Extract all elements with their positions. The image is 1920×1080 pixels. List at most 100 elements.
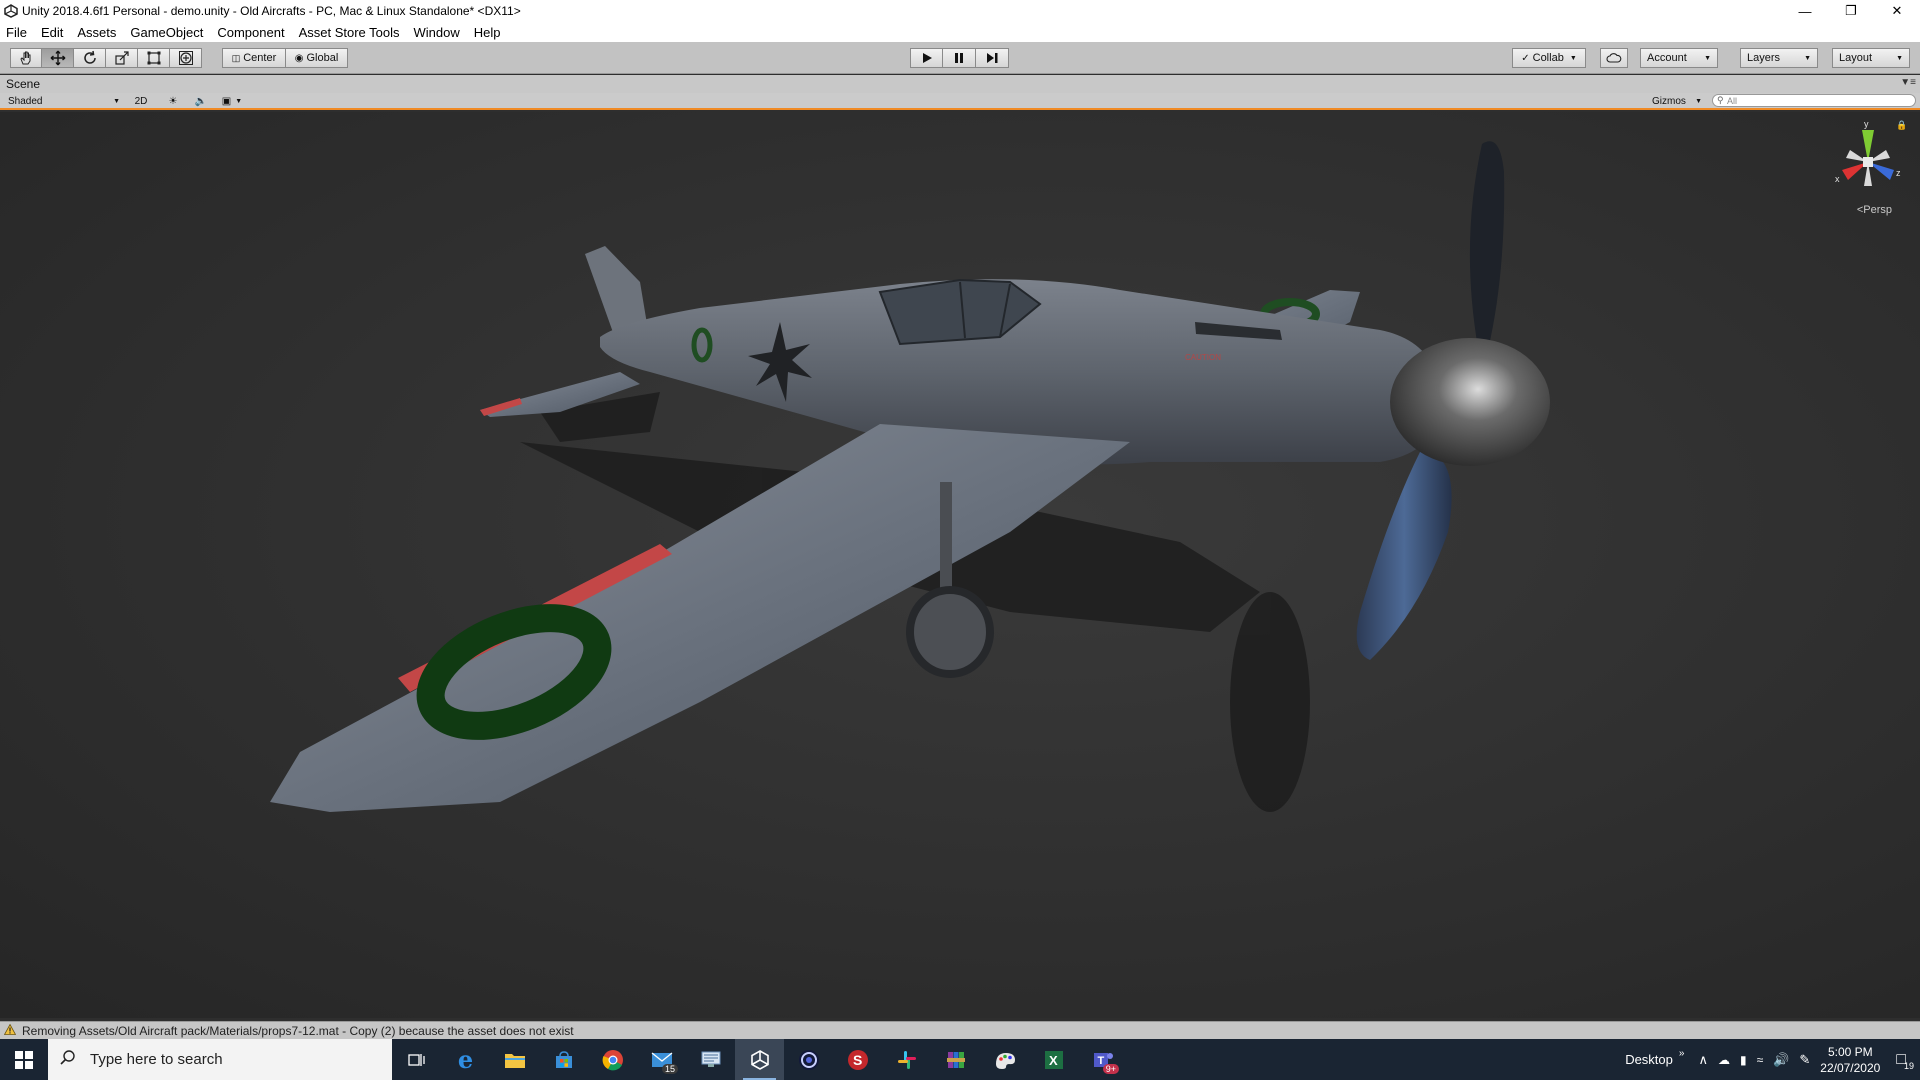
search-placeholder: Type here to search bbox=[90, 1051, 223, 1068]
store-icon[interactable] bbox=[539, 1039, 588, 1080]
teams-icon[interactable]: T 9+ bbox=[1078, 1039, 1127, 1080]
tab-scene[interactable]: Scene bbox=[6, 77, 40, 91]
task-view-icon[interactable] bbox=[392, 1039, 441, 1080]
file-explorer-icon[interactable] bbox=[490, 1039, 539, 1080]
gizmo-center[interactable] bbox=[1863, 157, 1873, 167]
collab-check-icon: ✓ bbox=[1521, 52, 1530, 64]
gizmos-label: Gizmos bbox=[1652, 95, 1686, 107]
status-message[interactable]: Removing Assets/Old Aircraft pack/Materi… bbox=[22, 1024, 574, 1038]
landing-gear-strut bbox=[940, 482, 952, 602]
menu-edit[interactable]: Edit bbox=[41, 25, 63, 40]
globe-icon: ◉ bbox=[294, 52, 304, 64]
cinema4d-icon[interactable] bbox=[784, 1039, 833, 1080]
account-dropdown[interactable]: Account ▼ bbox=[1640, 48, 1718, 68]
clock[interactable]: 5:00 PM 22/07/2020 bbox=[1820, 1044, 1880, 1076]
landing-gear-wheel bbox=[906, 586, 994, 678]
menu-asset-store-tools[interactable]: Asset Store Tools bbox=[299, 25, 400, 40]
toolbar-expand-icon[interactable]: » bbox=[1679, 1048, 1685, 1059]
clock-time: 5:00 PM bbox=[1827, 1044, 1873, 1059]
menu-assets[interactable]: Assets bbox=[77, 25, 116, 40]
menu-window[interactable]: Window bbox=[414, 25, 460, 40]
excel-icon[interactable]: X bbox=[1029, 1039, 1078, 1080]
step-icon[interactable] bbox=[976, 48, 1009, 68]
unity-logo-icon bbox=[0, 0, 22, 22]
propeller-blade-bottom bbox=[1356, 452, 1452, 660]
play-icon[interactable] bbox=[910, 48, 943, 68]
svg-text:S: S bbox=[853, 1052, 862, 1068]
menu-help[interactable]: Help bbox=[474, 25, 501, 40]
restore-icon[interactable]: ❐ bbox=[1828, 0, 1874, 22]
space-global-button[interactable]: ◉ Global bbox=[286, 48, 348, 68]
chrome-icon[interactable] bbox=[588, 1039, 637, 1080]
taskbar-search-input[interactable]: Type here to search bbox=[48, 1039, 392, 1080]
status-bar: Removing Assets/Old Aircraft pack/Materi… bbox=[0, 1021, 1920, 1039]
effects-dropdown-icon[interactable]: ▣ ▼ bbox=[218, 94, 246, 108]
svg-text:X: X bbox=[1049, 1053, 1058, 1068]
projection-toggle[interactable]: <Persp bbox=[1857, 204, 1892, 216]
substance-icon[interactable]: S bbox=[833, 1039, 882, 1080]
system-tray: Desktop » ∧ ☁ ▮ ≈ 🔊 ✎ 5:00 PM 22/07/2020… bbox=[1625, 1039, 1920, 1080]
teams-badge: 9+ bbox=[1102, 1064, 1119, 1074]
tray-overflow-icon[interactable]: ∧ bbox=[1698, 1052, 1708, 1068]
warning-icon bbox=[3, 1022, 17, 1040]
winrar-icon[interactable] bbox=[931, 1039, 980, 1080]
clock-date: 22/07/2020 bbox=[1820, 1060, 1881, 1075]
title-bar: Unity 2018.4.6f1 Personal - demo.unity -… bbox=[0, 0, 1920, 22]
playback-controls bbox=[910, 48, 1009, 68]
aircraft-model[interactable]: CAUTION bbox=[0, 112, 1920, 1018]
transform-tool-icon[interactable] bbox=[170, 48, 202, 68]
scene-search-input[interactable]: ⚲ All bbox=[1712, 94, 1916, 107]
scale-tool-icon[interactable] bbox=[106, 48, 138, 68]
onedrive-icon[interactable]: ☁ bbox=[1718, 1053, 1730, 1067]
tab-menu-icon[interactable]: ▼≡ bbox=[1900, 77, 1916, 88]
pivot-icon: ◫ bbox=[231, 52, 241, 63]
scene-viewport[interactable]: CAUTION y x z 🔒 <Persp bbox=[0, 112, 1920, 1018]
layout-dropdown[interactable]: Layout ▼ bbox=[1832, 48, 1910, 68]
desktop-toolbar-label[interactable]: Desktop bbox=[1625, 1052, 1673, 1067]
mail-icon[interactable]: 15 bbox=[637, 1039, 686, 1080]
pivot-center-button[interactable]: ◫ Center bbox=[222, 48, 286, 68]
paint-icon[interactable] bbox=[980, 1039, 1029, 1080]
close-icon[interactable]: ✕ bbox=[1874, 0, 1920, 22]
chevron-down-icon: ▼ bbox=[1695, 97, 1702, 105]
edge-icon[interactable]: e bbox=[441, 1039, 490, 1080]
remote-desktop-icon[interactable] bbox=[686, 1039, 735, 1080]
audio-toggle-icon[interactable]: 🔈 bbox=[190, 94, 212, 108]
layers-group: Layers ▼ bbox=[1740, 48, 1818, 68]
orientation-gizmo[interactable]: y x z 🔒 bbox=[1832, 118, 1907, 198]
collab-dropdown[interactable]: ✓ Collab ▼ bbox=[1512, 48, 1586, 68]
cloud-group bbox=[1600, 48, 1628, 68]
propeller-spinner bbox=[1390, 338, 1550, 466]
gizmos-dropdown[interactable]: Gizmos ▼ bbox=[1652, 94, 1702, 108]
pause-icon[interactable] bbox=[943, 48, 976, 68]
minimize-icon[interactable]: — bbox=[1782, 0, 1828, 22]
volume-icon[interactable]: 🔊 bbox=[1773, 1052, 1789, 1068]
pen-icon[interactable]: ✎ bbox=[1799, 1052, 1810, 1068]
lighting-toggle-icon[interactable]: ☀ bbox=[164, 94, 182, 108]
layers-dropdown[interactable]: Layers ▼ bbox=[1740, 48, 1818, 68]
chevron-down-icon: ▼ bbox=[1569, 54, 1577, 62]
menu-component[interactable]: Component bbox=[217, 25, 284, 40]
menu-bar: File Edit Assets GameObject Component As… bbox=[0, 22, 1920, 42]
notification-count: 19 bbox=[1903, 1060, 1914, 1071]
projection-label: Persp bbox=[1863, 204, 1892, 216]
cloud-icon[interactable] bbox=[1600, 48, 1628, 68]
move-tool-icon[interactable] bbox=[42, 48, 74, 68]
menu-file[interactable]: File bbox=[6, 25, 27, 40]
windows-start-icon[interactable] bbox=[0, 1039, 48, 1080]
notification-center-icon[interactable]: □ 19 bbox=[1896, 1051, 1914, 1071]
shading-mode-dropdown[interactable]: Shaded ▼ bbox=[8, 94, 120, 108]
hand-tool-icon[interactable] bbox=[10, 48, 42, 68]
rotate-tool-icon[interactable] bbox=[74, 48, 106, 68]
unity-icon[interactable] bbox=[735, 1039, 784, 1080]
slack-icon[interactable] bbox=[882, 1039, 931, 1080]
menu-gameobject[interactable]: GameObject bbox=[130, 25, 203, 40]
account-label: Account bbox=[1647, 52, 1687, 64]
transform-tools bbox=[10, 48, 202, 68]
battery-icon[interactable]: ▮ bbox=[1740, 1053, 1747, 1067]
toggle-2d-button[interactable]: 2D bbox=[130, 94, 152, 108]
wifi-icon[interactable]: ≈ bbox=[1757, 1053, 1764, 1067]
pivot-label: Center bbox=[243, 52, 277, 64]
rect-tool-icon[interactable] bbox=[138, 48, 170, 68]
lock-icon[interactable]: 🔒 bbox=[1896, 120, 1907, 130]
